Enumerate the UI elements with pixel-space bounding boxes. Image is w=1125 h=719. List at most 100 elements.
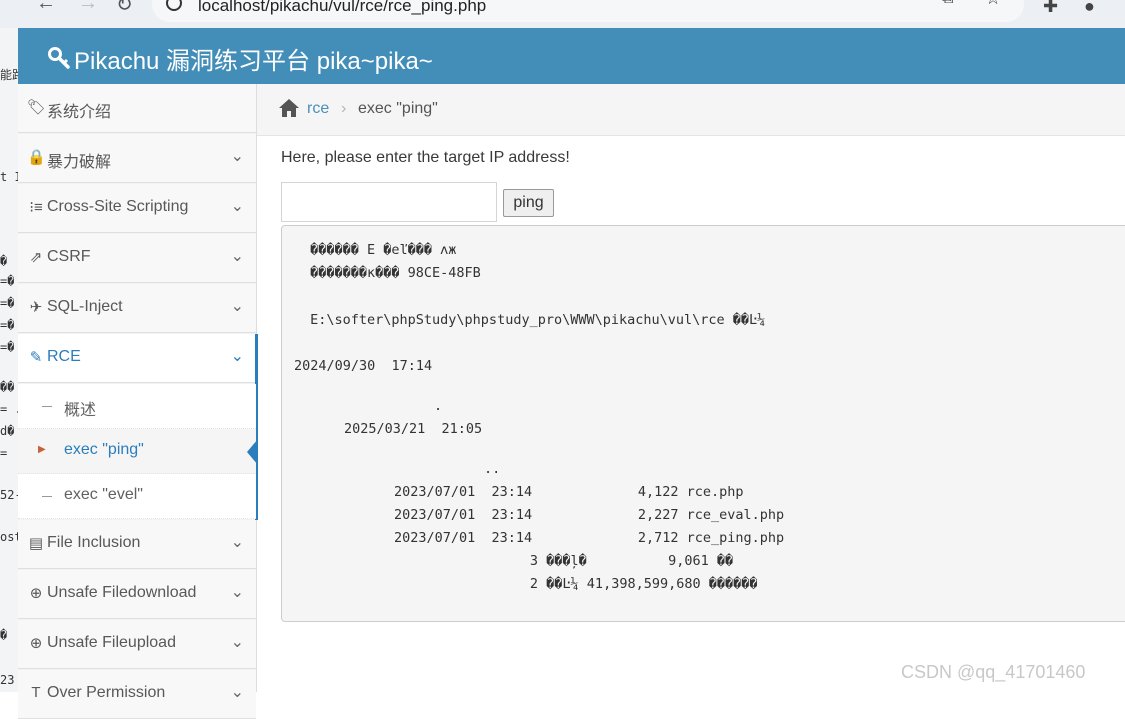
watermark: CSDN @qq_41701460 (901, 662, 1086, 682)
output-line: �������к��� 98CE-48FB (302, 265, 481, 281)
pencil-icon: ✎ (29, 349, 43, 366)
sidebar-item-label: 暴力破解 (47, 154, 112, 171)
sidebar-item-label: Cross-Site Scripting (47, 198, 189, 215)
output-line: 2023/07/01 23:14 4,122 rce.php (394, 484, 744, 500)
sidebar-subitem-overview[interactable]: 概述 (18, 384, 256, 429)
text-icon: T (31, 684, 41, 701)
caret-right-icon: ▶ (38, 444, 46, 455)
output-line: .. (484, 461, 501, 477)
chevron-up-icon: ⌄ (230, 348, 244, 365)
chevron-down-icon: ⌄ (230, 534, 244, 551)
bg-fragment: 52- (0, 488, 18, 502)
bg-fragment: = . (0, 402, 18, 416)
output-line: 3 ���ļ� 9,061 �� (408, 553, 734, 569)
bg-fragment: =� (0, 296, 15, 310)
breadcrumb-separator: › (341, 100, 347, 117)
ping-button[interactable]: ping (503, 189, 554, 217)
output-line: E:\softer\phpStudy\phpstudy_pro\WWW\pika… (302, 312, 766, 328)
sidebar-item-unsafe-fileupload[interactable]: ⊕ Unsafe Fileupload ⌄ (18, 620, 256, 669)
sidebar-subitem-label: 概述 (64, 402, 97, 419)
sidebar-item-intro[interactable]: 🏷 系统介绍 (18, 84, 256, 133)
bg-fragment: = (0, 446, 8, 460)
breadcrumb: rce › exec "ping" (257, 84, 1125, 136)
ip-address-input[interactable] (281, 182, 497, 222)
extensions-icon[interactable]: ✚ (1043, 0, 1058, 17)
sidebar-item-label: CSRF (47, 248, 91, 265)
sidebar-item-label: Over Permission (47, 684, 166, 701)
output-line: 2023/07/01 23:14 2,712 rce_ping.php (394, 530, 785, 546)
active-pointer (247, 439, 258, 465)
address-bar[interactable]: localhost/pikachu/vul/rce/rce_ping.php ⧉… (152, 0, 1024, 22)
sidebar-item-label: 系统介绍 (47, 104, 112, 121)
bg-fragment: =� (0, 318, 15, 332)
sidebar-item-sql-inject[interactable]: ✈ SQL-Inject ⌄ (18, 284, 256, 333)
bg-fragment: t IP (0, 170, 18, 184)
list-icon: ⁝≡ (29, 199, 43, 216)
sidebar-subitem-exec-ping[interactable]: ▶ exec "ping" (18, 429, 258, 474)
bg-fragment: ost (0, 530, 18, 544)
sidebar-subitem-label: exec "evel" (64, 486, 143, 503)
sidebar-item-rce[interactable]: ✎ RCE ⌄ (18, 334, 258, 520)
bg-fragment: =� (0, 274, 15, 288)
output-line: 2025/03/21 21:05 (344, 421, 483, 437)
navbar: Pikachu 漏洞练习平台 pika~pika~ (18, 28, 1125, 84)
install-icon[interactable]: ⧉ (942, 0, 953, 8)
bookmark-star-icon[interactable]: ☆ (985, 0, 1001, 9)
sidebar-item-label: Unsafe Filedownload (47, 584, 197, 601)
share-icon: ⇗ (29, 249, 43, 266)
bg-fragment: � (0, 628, 8, 642)
chevron-down-icon: ⌄ (230, 634, 244, 651)
ip-prompt: Here, please enter the target IP address… (281, 149, 570, 166)
output-line: ������ E �eľ��� ʌж (302, 242, 457, 258)
profile-icon[interactable]: ● (1084, 0, 1095, 17)
url-text[interactable]: localhost/pikachu/vul/rce/rce_ping.php (198, 0, 486, 16)
output-line: 2024/09/30 17:14 (294, 358, 433, 374)
sidebar: 🏷 系统介绍 🔒 暴力破解 ⌄ ⁝≡ Cross-Site Scripting … (18, 84, 258, 719)
sidebar-item-label: SQL-Inject (47, 298, 123, 315)
sidebar-item-over-permission[interactable]: T Over Permission ⌄ (18, 670, 256, 719)
file-icon: ▤ (28, 535, 44, 552)
brand-title: Pikachu 漏洞练习平台 pika~pika~ (74, 48, 433, 75)
bg-fragment: 23 (0, 673, 15, 687)
brand[interactable]: Pikachu 漏洞练习平台 pika~pika~ (48, 41, 433, 76)
site-info-icon[interactable] (166, 0, 182, 11)
background-window: 能路 t IP � =� =� =� =� �� = . d� = 52- os… (0, 28, 18, 692)
key-icon (48, 47, 74, 76)
bg-fragment: 能路 (0, 68, 18, 82)
breadcrumb-link-rce[interactable]: rce (307, 100, 329, 118)
forward-icon[interactable]: → (78, 0, 98, 15)
tree-dash (42, 406, 52, 407)
sidebar-item-unsafe-filedownload[interactable]: ⊕ Unsafe Filedownload ⌄ (18, 570, 256, 619)
lock-icon: 🔒 (27, 149, 46, 166)
chevron-down-icon: ⌄ (230, 248, 244, 265)
home-icon[interactable] (278, 98, 300, 123)
output-line: . (434, 398, 443, 414)
chevron-down-icon: ⌄ (230, 148, 244, 165)
download-icon: ⊕ (29, 585, 43, 602)
tree-dash (42, 496, 52, 497)
output-line: 2023/07/01 23:14 2,227 rce_eval.php (394, 507, 785, 523)
sidebar-subitem-label: exec "ping" (64, 441, 144, 458)
tags-icon: 🏷 (27, 99, 47, 116)
sidebar-item-label: RCE (47, 348, 81, 365)
sidebar-item-brute-force[interactable]: 🔒 暴力破解 ⌄ (18, 134, 256, 183)
sidebar-subitem-exec-evel[interactable]: exec "evel" (18, 474, 256, 519)
sidebar-item-label: File Inclusion (47, 534, 141, 551)
breadcrumb-current: exec "ping" (358, 100, 438, 117)
bg-fragment: �� (0, 380, 15, 394)
chevron-down-icon: ⌄ (230, 584, 244, 601)
browser-toolbar: ← → ↻ localhost/pikachu/vul/rce/rce_ping… (0, 0, 1125, 28)
bg-fragment: =� (0, 340, 15, 354)
bg-fragment: d� (0, 424, 15, 438)
sidebar-item-file-inclusion[interactable]: ▤ File Inclusion ⌄ (18, 520, 256, 569)
back-icon[interactable]: ← (36, 0, 56, 15)
chevron-down-icon: ⌄ (230, 298, 244, 315)
sidebar-item-label: Unsafe Fileupload (47, 634, 176, 651)
plane-icon: ✈ (29, 299, 43, 316)
reload-icon[interactable]: ↻ (116, 0, 133, 17)
bg-fragment: � (0, 254, 8, 268)
sidebar-item-csrf[interactable]: ⇗ CSRF ⌄ (18, 234, 256, 283)
chevron-down-icon: ⌄ (230, 198, 244, 215)
sidebar-item-xss[interactable]: ⁝≡ Cross-Site Scripting ⌄ (18, 184, 256, 233)
command-output: ������ E �eľ��� ʌж �������к��� 98CE-48FB… (281, 225, 1125, 622)
